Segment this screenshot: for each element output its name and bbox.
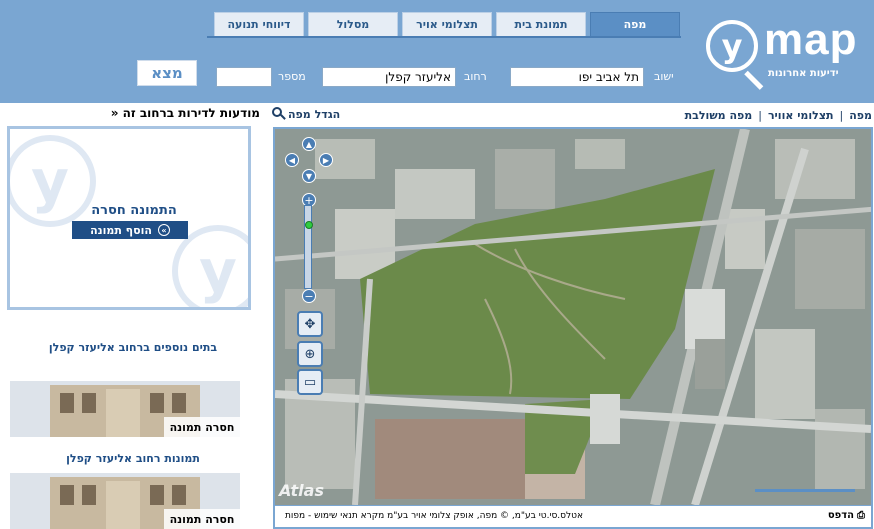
tab-aerial-photos[interactable]: תצלומי אויר bbox=[402, 12, 492, 36]
ymap-logo[interactable]: y map ידיעות אחרונות bbox=[706, 15, 858, 90]
house-photo-box: y y התמונה חסרה הוסף תמונה « bbox=[7, 126, 251, 310]
zoom-box-tool-button[interactable]: ⊕ bbox=[297, 341, 323, 367]
apartment-ads-title[interactable]: מודעות לדירות ברחוב זה « bbox=[6, 106, 260, 120]
city-input[interactable] bbox=[510, 67, 644, 87]
tabs-underline bbox=[207, 36, 681, 38]
map-link[interactable]: מפה bbox=[849, 109, 872, 122]
measure-tool-button[interactable]: ▭ bbox=[297, 369, 323, 395]
pan-right-button[interactable]: ▶ bbox=[319, 153, 333, 167]
add-photo-button[interactable]: הוסף תמונה « bbox=[72, 221, 188, 239]
thumb-missing-label: חסרה תמונה bbox=[164, 417, 240, 437]
tab-traffic-reports[interactable]: דיווחי תנועה bbox=[214, 12, 304, 36]
logo-magnifier-handle bbox=[744, 70, 764, 90]
aerial-link[interactable]: תצלומי אוויר bbox=[768, 109, 834, 122]
logo-y-icon: y bbox=[706, 20, 758, 72]
combined-map-link[interactable]: מפה משולבת bbox=[685, 109, 753, 122]
zoom-box-icon: ⊕ bbox=[304, 346, 316, 362]
zoom-slider-track[interactable] bbox=[304, 205, 312, 289]
city-label: ישוב bbox=[654, 70, 674, 83]
street-input[interactable] bbox=[322, 67, 456, 87]
number-label: מספר bbox=[278, 70, 306, 83]
map-type-links: מפה | תצלומי אוויר | מפה משולבת bbox=[685, 106, 872, 124]
map-footer: הדפס ⎙ אטלס.סי.טי בע"מ, © מפה, אופק צלומ… bbox=[275, 505, 871, 527]
pan-tool-button[interactable]: ✥ bbox=[297, 311, 323, 337]
logo-tagline: ידיעות אחרונות bbox=[768, 68, 839, 79]
ruler-icon: ▭ bbox=[303, 374, 317, 390]
enlarge-map-label: הגדל מפה bbox=[288, 107, 341, 121]
header: מפה תמונת בית תצלומי אויר מסלול דיווחי ת… bbox=[0, 0, 874, 103]
double-chevron-icon: « bbox=[157, 224, 170, 236]
nav-tabs: מפה תמונת בית תצלומי אויר מסלול דיווחי ת… bbox=[214, 12, 680, 36]
separator: | bbox=[839, 108, 844, 122]
find-button[interactable]: מצא bbox=[137, 60, 197, 86]
magnifier-icon bbox=[272, 107, 286, 121]
thumb-missing-label: חסרה תמונה bbox=[164, 509, 240, 529]
printer-icon: ⎙ bbox=[857, 510, 865, 521]
more-houses-title[interactable]: בתים נוספים ברחוב אליעזר קפלן bbox=[6, 341, 260, 354]
street-photos-title[interactable]: תמונות רחוב אליעזר קפלן bbox=[6, 452, 260, 465]
missing-photo-text: התמונה חסרה bbox=[91, 203, 177, 218]
separator: | bbox=[758, 108, 762, 122]
aerial-photo[interactable] bbox=[275, 129, 871, 505]
tab-map[interactable]: מפה bbox=[590, 12, 680, 36]
street-thumbnail[interactable]: חסרה תמונה bbox=[10, 473, 240, 529]
house-thumbnail[interactable]: חסרה תמונה bbox=[10, 381, 240, 437]
number-input[interactable] bbox=[216, 67, 272, 87]
street-label: רחוב bbox=[464, 70, 487, 83]
pan-up-button[interactable]: ▲ bbox=[302, 137, 316, 151]
zoom-out-button[interactable]: − bbox=[302, 289, 316, 303]
tab-house-photo[interactable]: תמונת בית bbox=[496, 12, 586, 36]
tab-route[interactable]: מסלול bbox=[308, 12, 398, 36]
enlarge-map-link[interactable]: הגדל מפה bbox=[272, 107, 340, 121]
zoom-slider-thumb[interactable] bbox=[305, 221, 313, 229]
move-icon: ✥ bbox=[304, 316, 316, 332]
atlas-watermark: Atlas bbox=[279, 481, 324, 500]
page-root: מפה תמונת בית תצלומי אויר מסלול דיווחי ת… bbox=[0, 0, 874, 529]
add-photo-label: הוסף תמונה bbox=[90, 223, 152, 237]
print-label: הדפס bbox=[827, 510, 854, 521]
logo-wordmark: map bbox=[764, 15, 858, 64]
print-button[interactable]: הדפס ⎙ bbox=[828, 510, 865, 521]
pan-down-button[interactable]: ▼ bbox=[302, 169, 316, 183]
pan-left-button[interactable]: ◀ bbox=[285, 153, 299, 167]
map-viewport[interactable]: ▲ ◀ ▶ ▼ + − ✥ ⊕ ▭ Atlas הדפס ⎙ אטלס.סי.ט… bbox=[273, 127, 873, 529]
copyright-text: אטלס.סי.טי בע"מ, © מפה, אופק צלומי אויר … bbox=[285, 511, 583, 521]
